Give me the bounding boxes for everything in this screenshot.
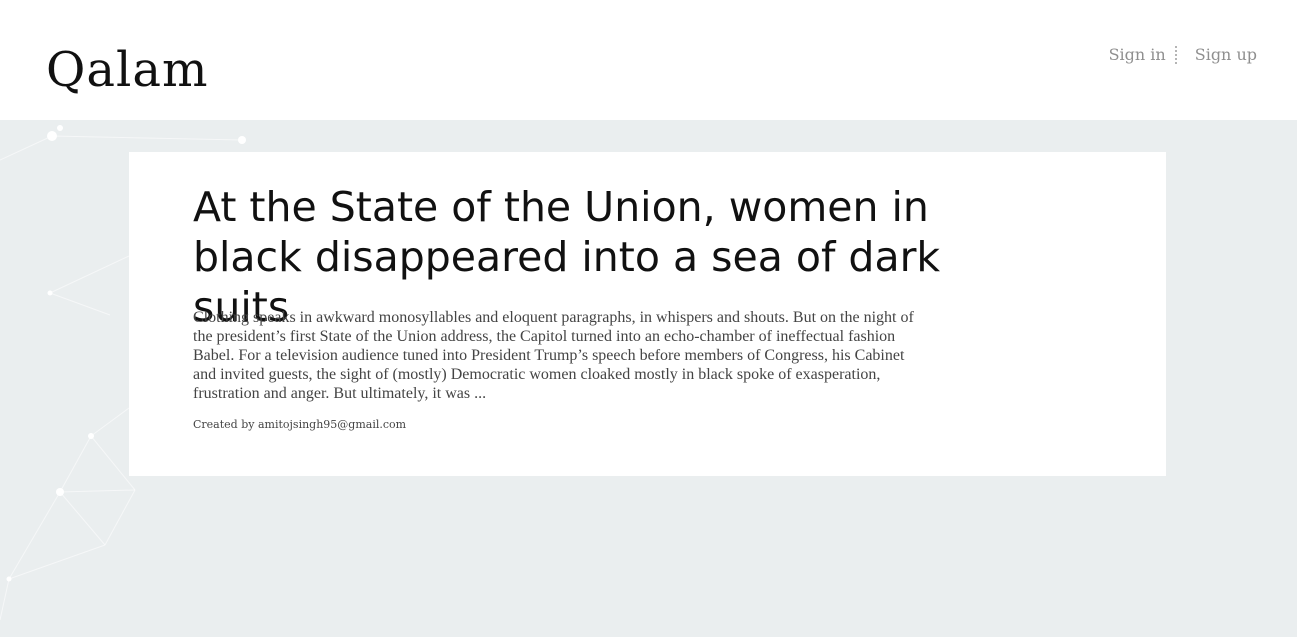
auth-links: Sign in Sign up xyxy=(1109,45,1257,64)
top-navbar: Qalam Sign in Sign up xyxy=(0,0,1297,120)
sign-in-link[interactable]: Sign in xyxy=(1109,45,1166,64)
article-author: Created by amitojsingh95@gmail.com xyxy=(193,418,407,431)
brand-logo[interactable]: Qalam xyxy=(46,42,208,98)
article-card[interactable]: At the State of the Union, women in blac… xyxy=(129,152,1166,476)
article-excerpt: Clothing speaks in awkward monosyllables… xyxy=(193,309,914,402)
auth-divider xyxy=(1174,45,1177,64)
sign-up-link[interactable]: Sign up xyxy=(1195,45,1257,64)
